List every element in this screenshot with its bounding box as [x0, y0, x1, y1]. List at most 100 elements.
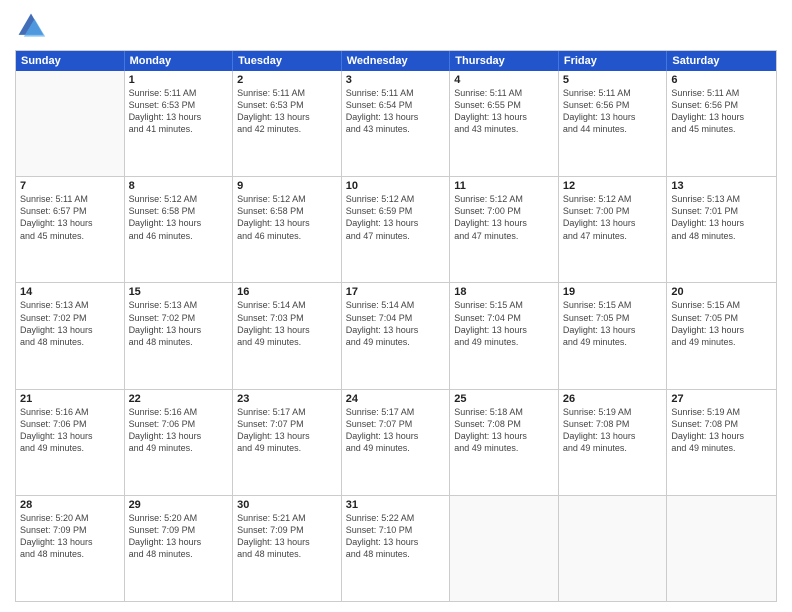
cell-line: Sunset: 7:04 PM — [346, 312, 446, 324]
day-number: 2 — [237, 74, 337, 86]
cell-line: Sunrise: 5:15 AM — [454, 299, 554, 311]
cell-line: Sunrise: 5:12 AM — [237, 193, 337, 205]
cell-line: Daylight: 13 hours — [454, 111, 554, 123]
header-day-friday: Friday — [559, 51, 668, 71]
cell-line: Daylight: 13 hours — [20, 430, 120, 442]
day-number: 17 — [346, 286, 446, 298]
cell-line: Sunset: 6:55 PM — [454, 99, 554, 111]
cell-line: and 45 minutes. — [20, 230, 120, 242]
cell-line: Daylight: 13 hours — [346, 111, 446, 123]
cell-line: and 48 minutes. — [346, 548, 446, 560]
cell-line: and 49 minutes. — [20, 442, 120, 454]
day-cell-29: 29Sunrise: 5:20 AMSunset: 7:09 PMDayligh… — [125, 496, 234, 601]
cell-line: and 46 minutes. — [129, 230, 229, 242]
cell-line: and 49 minutes. — [454, 442, 554, 454]
cell-line: Sunset: 6:58 PM — [129, 205, 229, 217]
day-cell-7: 7Sunrise: 5:11 AMSunset: 6:57 PMDaylight… — [16, 177, 125, 282]
empty-cell — [559, 496, 668, 601]
day-number: 31 — [346, 499, 446, 511]
day-number: 13 — [671, 180, 772, 192]
cell-line: Sunset: 6:58 PM — [237, 205, 337, 217]
day-number: 10 — [346, 180, 446, 192]
cell-line: Daylight: 13 hours — [129, 536, 229, 548]
cell-line: Sunset: 6:57 PM — [20, 205, 120, 217]
cell-line: Daylight: 13 hours — [346, 217, 446, 229]
cell-line: Sunrise: 5:14 AM — [346, 299, 446, 311]
cell-line: Sunset: 7:01 PM — [671, 205, 772, 217]
cell-line: Daylight: 13 hours — [20, 324, 120, 336]
cell-line: Daylight: 13 hours — [237, 324, 337, 336]
day-cell-22: 22Sunrise: 5:16 AMSunset: 7:06 PMDayligh… — [125, 390, 234, 495]
cell-line: Daylight: 13 hours — [346, 324, 446, 336]
header-day-tuesday: Tuesday — [233, 51, 342, 71]
empty-cell — [667, 496, 776, 601]
day-number: 7 — [20, 180, 120, 192]
cell-line: Sunrise: 5:11 AM — [346, 87, 446, 99]
day-cell-25: 25Sunrise: 5:18 AMSunset: 7:08 PMDayligh… — [450, 390, 559, 495]
cell-line: and 49 minutes. — [671, 336, 772, 348]
day-cell-20: 20Sunrise: 5:15 AMSunset: 7:05 PMDayligh… — [667, 283, 776, 388]
cell-line: and 49 minutes. — [346, 336, 446, 348]
cell-line: Sunrise: 5:12 AM — [454, 193, 554, 205]
header — [15, 10, 777, 42]
cell-line: Sunset: 7:05 PM — [671, 312, 772, 324]
cell-line: and 49 minutes. — [671, 442, 772, 454]
cell-line: Sunrise: 5:16 AM — [129, 406, 229, 418]
cell-line: Sunset: 7:02 PM — [20, 312, 120, 324]
cell-line: Sunset: 7:08 PM — [563, 418, 663, 430]
day-number: 27 — [671, 393, 772, 405]
cell-line: and 43 minutes. — [346, 123, 446, 135]
cell-line: Daylight: 13 hours — [20, 536, 120, 548]
cell-line: Daylight: 13 hours — [454, 217, 554, 229]
day-number: 20 — [671, 286, 772, 298]
cell-line: Daylight: 13 hours — [671, 217, 772, 229]
cell-line: Sunset: 6:53 PM — [237, 99, 337, 111]
cell-line: Sunset: 7:08 PM — [454, 418, 554, 430]
cell-line: Daylight: 13 hours — [563, 430, 663, 442]
day-cell-16: 16Sunrise: 5:14 AMSunset: 7:03 PMDayligh… — [233, 283, 342, 388]
day-cell-15: 15Sunrise: 5:13 AMSunset: 7:02 PMDayligh… — [125, 283, 234, 388]
cell-line: Daylight: 13 hours — [237, 217, 337, 229]
cell-line: Sunrise: 5:14 AM — [237, 299, 337, 311]
cell-line: Sunrise: 5:18 AM — [454, 406, 554, 418]
day-number: 11 — [454, 180, 554, 192]
cell-line: and 49 minutes. — [346, 442, 446, 454]
cell-line: Sunrise: 5:12 AM — [563, 193, 663, 205]
cell-line: Daylight: 13 hours — [563, 324, 663, 336]
cell-line: Sunset: 6:59 PM — [346, 205, 446, 217]
cell-line: Sunrise: 5:11 AM — [454, 87, 554, 99]
day-cell-8: 8Sunrise: 5:12 AMSunset: 6:58 PMDaylight… — [125, 177, 234, 282]
day-cell-28: 28Sunrise: 5:20 AMSunset: 7:09 PMDayligh… — [16, 496, 125, 601]
cell-line: and 45 minutes. — [671, 123, 772, 135]
day-number: 18 — [454, 286, 554, 298]
cell-line: Daylight: 13 hours — [563, 111, 663, 123]
cell-line: Sunrise: 5:11 AM — [20, 193, 120, 205]
cell-line: Sunset: 7:02 PM — [129, 312, 229, 324]
cell-line: Sunrise: 5:12 AM — [346, 193, 446, 205]
cell-line: Sunset: 6:56 PM — [563, 99, 663, 111]
cell-line: and 48 minutes. — [129, 336, 229, 348]
cell-line: Daylight: 13 hours — [346, 430, 446, 442]
cell-line: Sunrise: 5:15 AM — [563, 299, 663, 311]
cell-line: Sunset: 7:09 PM — [20, 524, 120, 536]
calendar: SundayMondayTuesdayWednesdayThursdayFrid… — [15, 50, 777, 602]
day-cell-23: 23Sunrise: 5:17 AMSunset: 7:07 PMDayligh… — [233, 390, 342, 495]
cell-line: Daylight: 13 hours — [671, 430, 772, 442]
cell-line: and 43 minutes. — [454, 123, 554, 135]
day-cell-14: 14Sunrise: 5:13 AMSunset: 7:02 PMDayligh… — [16, 283, 125, 388]
cell-line: and 48 minutes. — [237, 548, 337, 560]
cell-line: and 48 minutes. — [20, 336, 120, 348]
day-number: 21 — [20, 393, 120, 405]
cell-line: Daylight: 13 hours — [129, 324, 229, 336]
day-cell-18: 18Sunrise: 5:15 AMSunset: 7:04 PMDayligh… — [450, 283, 559, 388]
day-cell-6: 6Sunrise: 5:11 AMSunset: 6:56 PMDaylight… — [667, 71, 776, 176]
day-cell-17: 17Sunrise: 5:14 AMSunset: 7:04 PMDayligh… — [342, 283, 451, 388]
cell-line: Daylight: 13 hours — [671, 324, 772, 336]
cell-line: Sunset: 7:06 PM — [20, 418, 120, 430]
day-number: 14 — [20, 286, 120, 298]
cell-line: Daylight: 13 hours — [346, 536, 446, 548]
cell-line: and 49 minutes. — [454, 336, 554, 348]
cell-line: and 48 minutes. — [20, 548, 120, 560]
day-cell-30: 30Sunrise: 5:21 AMSunset: 7:09 PMDayligh… — [233, 496, 342, 601]
day-cell-27: 27Sunrise: 5:19 AMSunset: 7:08 PMDayligh… — [667, 390, 776, 495]
